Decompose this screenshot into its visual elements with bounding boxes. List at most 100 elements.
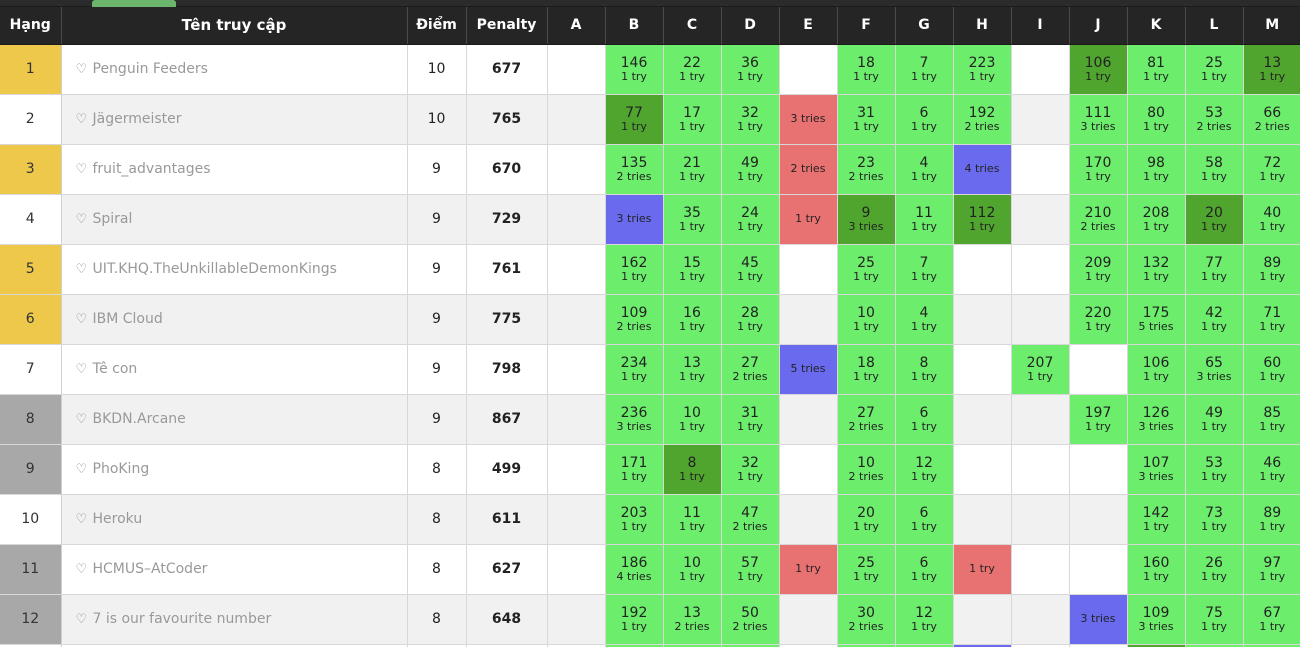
problem-cell-h[interactable] xyxy=(953,494,1011,544)
problem-cell-f[interactable]: 181 try xyxy=(837,44,895,94)
problem-cell-j[interactable] xyxy=(1069,494,1127,544)
problem-cell-d[interactable]: 472 tries xyxy=(721,494,779,544)
problem-cell-l[interactable]: 491 try xyxy=(1185,394,1243,444)
problem-cell-l[interactable]: 771 try xyxy=(1185,244,1243,294)
problem-cell-k[interactable]: 1755 tries xyxy=(1127,294,1185,344)
problem-cell-c[interactable]: 151 try xyxy=(663,244,721,294)
problem-cell-a[interactable] xyxy=(547,344,605,394)
problem-cell-j[interactable]: 1113 tries xyxy=(1069,94,1127,144)
column-header-penalty[interactable]: Penalty xyxy=(466,7,547,44)
problem-cell-e[interactable] xyxy=(779,494,837,544)
problem-cell-l[interactable]: 531 try xyxy=(1185,444,1243,494)
problem-cell-k[interactable]: 2081 try xyxy=(1127,194,1185,244)
problem-cell-j[interactable]: 1971 try xyxy=(1069,394,1127,444)
favourite-heart-icon[interactable]: ♡ xyxy=(76,212,91,227)
table-row[interactable]: 3♡fruit_advantages96701352 tries211 try4… xyxy=(0,144,1300,194)
problem-cell-g[interactable]: 41 try xyxy=(895,294,953,344)
problem-cell-c[interactable]: 132 tries xyxy=(663,594,721,644)
team-name-cell[interactable]: ♡Tê con xyxy=(61,344,407,394)
problem-cell-g[interactable]: 71 try xyxy=(895,44,953,94)
favourite-heart-icon[interactable]: ♡ xyxy=(76,312,91,327)
problem-cell-e[interactable] xyxy=(779,594,837,644)
problem-cell-b[interactable]: 1921 try xyxy=(605,594,663,644)
problem-cell-i[interactable] xyxy=(1011,94,1069,144)
problem-cell-k[interactable]: 1073 tries xyxy=(1127,444,1185,494)
team-name-cell[interactable]: ♡Jägermeister xyxy=(61,94,407,144)
problem-cell-a[interactable] xyxy=(547,594,605,644)
column-header-problem-l[interactable]: L xyxy=(1185,7,1243,44)
problem-cell-m[interactable]: 401 try xyxy=(1243,194,1300,244)
problem-cell-c[interactable]: 101 try xyxy=(663,394,721,444)
problem-cell-c[interactable]: 111 try xyxy=(663,494,721,544)
problem-cell-e[interactable] xyxy=(779,294,837,344)
team-name-cell[interactable]: ♡Spiral xyxy=(61,194,407,244)
problem-cell-d[interactable]: 321 try xyxy=(721,444,779,494)
problem-cell-h[interactable] xyxy=(953,444,1011,494)
problem-cell-k[interactable]: 1061 try xyxy=(1127,344,1185,394)
column-header-name[interactable]: Tên truy cập xyxy=(61,7,407,44)
column-header-problem-e[interactable]: E xyxy=(779,7,837,44)
problem-cell-l[interactable]: 251 try xyxy=(1185,44,1243,94)
problem-cell-a[interactable] xyxy=(547,44,605,94)
column-header-problem-k[interactable]: K xyxy=(1127,7,1185,44)
problem-cell-b[interactable]: 2341 try xyxy=(605,344,663,394)
problem-cell-a[interactable] xyxy=(547,444,605,494)
team-name-cell[interactable]: ♡PhoKing xyxy=(61,444,407,494)
problem-cell-m[interactable]: 131 try xyxy=(1243,44,1300,94)
problem-cell-i[interactable] xyxy=(1011,444,1069,494)
column-header-rank[interactable]: Hạng xyxy=(0,7,61,44)
column-header-problem-g[interactable]: G xyxy=(895,7,953,44)
problem-cell-k[interactable]: 1263 tries xyxy=(1127,394,1185,444)
problem-cell-k[interactable]: 801 try xyxy=(1127,94,1185,144)
problem-cell-m[interactable]: 662 tries xyxy=(1243,94,1300,144)
problem-cell-f[interactable]: 201 try xyxy=(837,494,895,544)
column-header-problem-h[interactable]: H xyxy=(953,7,1011,44)
problem-cell-f[interactable]: 93 tries xyxy=(837,194,895,244)
problem-cell-f[interactable]: 181 try xyxy=(837,344,895,394)
problem-cell-j[interactable]: 1701 try xyxy=(1069,144,1127,194)
problem-cell-j[interactable] xyxy=(1069,344,1127,394)
problem-cell-k[interactable]: 1421 try xyxy=(1127,494,1185,544)
problem-cell-h[interactable] xyxy=(953,244,1011,294)
problem-cell-g[interactable]: 61 try xyxy=(895,94,953,144)
team-name-cell[interactable]: ♡fruit_advantages xyxy=(61,144,407,194)
problem-cell-a[interactable] xyxy=(547,244,605,294)
problem-cell-i[interactable] xyxy=(1011,394,1069,444)
favourite-heart-icon[interactable]: ♡ xyxy=(76,162,91,177)
favourite-heart-icon[interactable]: ♡ xyxy=(76,362,91,377)
problem-cell-k[interactable]: 1321 try xyxy=(1127,244,1185,294)
problem-cell-c[interactable]: 351 try xyxy=(663,194,721,244)
problem-cell-c[interactable]: 211 try xyxy=(663,144,721,194)
favourite-heart-icon[interactable]: ♡ xyxy=(76,612,91,627)
problem-cell-c[interactable]: 171 try xyxy=(663,94,721,144)
column-header-problem-a[interactable]: A xyxy=(547,7,605,44)
problem-cell-b[interactable]: 1864 tries xyxy=(605,544,663,594)
problem-cell-b[interactable]: 2031 try xyxy=(605,494,663,544)
problem-cell-h[interactable]: 4 tries xyxy=(953,144,1011,194)
problem-cell-l[interactable]: 201 try xyxy=(1185,194,1243,244)
problem-cell-f[interactable]: 251 try xyxy=(837,244,895,294)
column-header-problem-j[interactable]: J xyxy=(1069,7,1127,44)
problem-cell-m[interactable]: 891 try xyxy=(1243,494,1300,544)
problem-cell-j[interactable]: 2102 tries xyxy=(1069,194,1127,244)
problem-cell-c[interactable]: 161 try xyxy=(663,294,721,344)
problem-cell-k[interactable]: 811 try xyxy=(1127,44,1185,94)
favourite-heart-icon[interactable]: ♡ xyxy=(76,512,91,527)
problem-cell-g[interactable]: 81 try xyxy=(895,344,953,394)
problem-cell-j[interactable]: 3 tries xyxy=(1069,594,1127,644)
problem-cell-c[interactable]: 131 try xyxy=(663,344,721,394)
table-row[interactable]: 6♡IBM Cloud97751092 tries161 try281 try1… xyxy=(0,294,1300,344)
problem-cell-a[interactable] xyxy=(547,394,605,444)
problem-cell-i[interactable] xyxy=(1011,294,1069,344)
favourite-heart-icon[interactable]: ♡ xyxy=(76,562,91,577)
table-row[interactable]: 1♡Penguin Feeders106771461 try221 try361… xyxy=(0,44,1300,94)
problem-cell-j[interactable] xyxy=(1069,544,1127,594)
problem-cell-g[interactable]: 121 try xyxy=(895,594,953,644)
problem-cell-m[interactable]: 721 try xyxy=(1243,144,1300,194)
problem-cell-k[interactable]: 1601 try xyxy=(1127,544,1185,594)
problem-cell-c[interactable]: 221 try xyxy=(663,44,721,94)
problem-cell-i[interactable] xyxy=(1011,494,1069,544)
problem-cell-h[interactable] xyxy=(953,394,1011,444)
problem-cell-j[interactable]: 2201 try xyxy=(1069,294,1127,344)
problem-cell-a[interactable] xyxy=(547,544,605,594)
